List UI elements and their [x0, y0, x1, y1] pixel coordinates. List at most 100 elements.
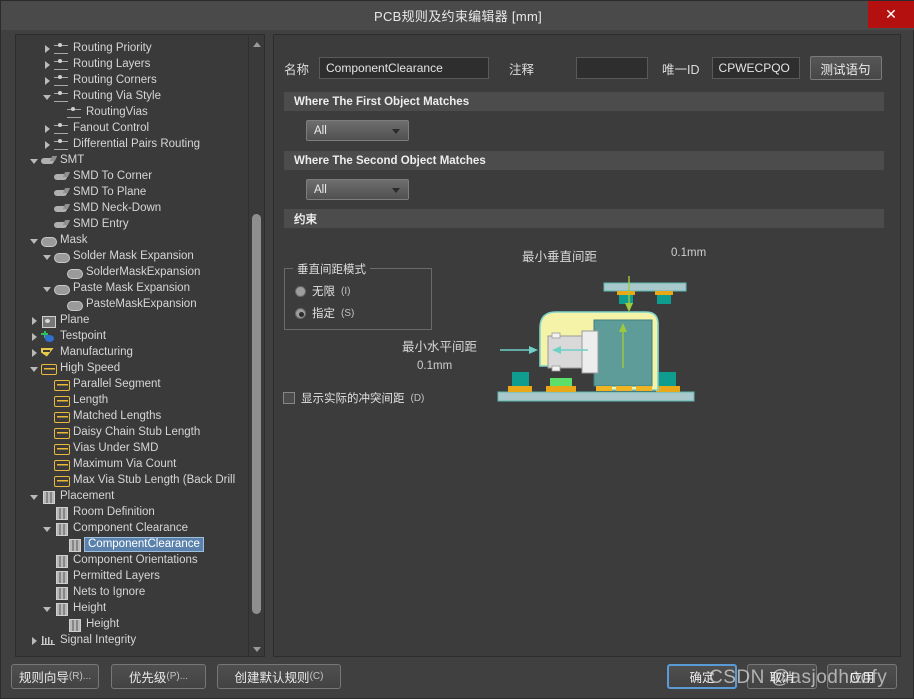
scroll-down-icon[interactable] — [249, 642, 264, 656]
mask-icon — [53, 250, 70, 263]
tree-item[interactable]: Routing Via Style — [16, 88, 249, 104]
tree-item[interactable]: Routing Layers — [16, 56, 249, 72]
tree-item-label: Height — [73, 601, 107, 614]
tree-item[interactable]: Component Orientations — [16, 552, 249, 568]
tree-item[interactable]: Signal Integrity — [16, 632, 249, 648]
tree-item[interactable]: Maximum Via Count — [16, 456, 249, 472]
expand-open-icon[interactable] — [29, 235, 40, 246]
tree-item[interactable]: Testpoint — [16, 328, 249, 344]
mask-icon — [53, 282, 70, 295]
tree-item[interactable]: Vias Under SMD — [16, 440, 249, 456]
expand-open-icon[interactable] — [42, 91, 53, 102]
rule-name-input[interactable] — [319, 57, 490, 79]
cancel-button[interactable]: 取消 — [747, 664, 817, 689]
scrollbar-thumb[interactable] — [252, 214, 261, 614]
clearance-diagram-svg — [497, 276, 695, 402]
place-icon — [40, 490, 57, 504]
tree-item[interactable]: SMD To Plane — [16, 184, 249, 200]
create-default-rules-button[interactable]: 创建默认规则 (C) — [217, 664, 341, 689]
tree-item[interactable]: Placement — [16, 488, 249, 504]
tree-item[interactable]: Room Definition — [16, 504, 249, 520]
radio-specified[interactable]: 指定 (S) — [295, 305, 354, 321]
tree-item-label: ComponentClearance — [84, 536, 204, 552]
show-actual-clearance-checkbox[interactable] — [283, 392, 295, 404]
tree-item[interactable]: SMD To Corner — [16, 168, 249, 184]
expand-closed-icon[interactable] — [29, 331, 40, 342]
si-icon — [40, 634, 57, 647]
ok-button[interactable]: 确定 — [667, 664, 737, 689]
comment-input[interactable] — [576, 57, 649, 79]
tree-item-label: Permitted Layers — [73, 569, 160, 582]
tree-item[interactable]: Solder Mask Expansion — [16, 248, 249, 264]
tree-item[interactable]: Paste Mask Expansion — [16, 280, 249, 296]
rules-tree-panel[interactable]: Routing Priority Routing Layers Routing Co… — [15, 34, 265, 657]
hs-icon — [40, 362, 57, 375]
tree-item[interactable]: ComponentClearance — [16, 536, 249, 552]
min-horizontal-clearance-label: 最小水平间距 — [402, 340, 478, 354]
expand-open-icon[interactable] — [42, 251, 53, 262]
create-default-rules-label: 创建默认规则 — [234, 671, 310, 685]
tree-item[interactable]: SMT — [16, 152, 249, 168]
expand-closed-icon[interactable] — [29, 315, 40, 326]
tree-item[interactable]: Routing Corners — [16, 72, 249, 88]
clearance-diagram — [496, 250, 696, 425]
tree-item[interactable]: Max Via Stub Length (Back Drill — [16, 472, 249, 488]
expand-open-icon[interactable] — [29, 491, 40, 502]
tree-item[interactable]: SolderMaskExpansion — [16, 264, 249, 280]
tree-item[interactable]: Plane — [16, 312, 249, 328]
first-object-scope-value: All — [314, 124, 327, 137]
tree-item[interactable]: High Speed — [16, 360, 249, 376]
unique-id-input[interactable] — [711, 57, 800, 79]
expand-closed-icon[interactable] — [42, 59, 53, 70]
tree-item[interactable]: Component Clearance — [16, 520, 249, 536]
expand-open-icon[interactable] — [42, 523, 53, 534]
tree-item[interactable]: SMD Neck-Down — [16, 200, 249, 216]
expand-closed-icon[interactable] — [42, 139, 53, 150]
rule-wizard-button[interactable]: 规则向导 (R)... — [11, 664, 99, 689]
first-object-scope-select[interactable]: All — [306, 120, 409, 141]
expand-closed-icon[interactable] — [42, 75, 53, 86]
tree-item[interactable]: Manufacturing — [16, 344, 249, 360]
tree-item[interactable]: Routing Priority — [16, 40, 249, 56]
expand-open-icon[interactable] — [29, 363, 40, 374]
expand-open-icon[interactable] — [29, 155, 40, 166]
scroll-up-icon[interactable] — [249, 36, 264, 51]
tree-item[interactable]: Daisy Chain Stub Length — [16, 424, 249, 440]
tree-item[interactable]: Height — [16, 600, 249, 616]
tree-item[interactable]: Matched Lengths — [16, 408, 249, 424]
hs-icon — [53, 410, 70, 423]
tree-item[interactable]: Parallel Segment — [16, 376, 249, 392]
tree-item[interactable]: SMD Entry — [16, 216, 249, 232]
priority-button[interactable]: 优先级 (P)... — [111, 664, 206, 689]
tree-item[interactable]: Length — [16, 392, 249, 408]
tree-item[interactable]: PasteMaskExpansion — [16, 296, 249, 312]
tree-scrollbar[interactable] — [248, 36, 264, 656]
tree-item[interactable]: Differential Pairs Routing — [16, 136, 249, 152]
close-icon[interactable]: ✕ — [868, 1, 914, 28]
tree-item[interactable]: Fanout Control — [16, 120, 249, 136]
tree-item[interactable]: Height — [16, 616, 249, 632]
manu-icon — [40, 346, 57, 359]
expand-closed-icon[interactable] — [42, 123, 53, 134]
expand-closed-icon[interactable] — [29, 635, 40, 646]
tree-item[interactable]: Mask — [16, 232, 249, 248]
second-object-scope-select[interactable]: All — [306, 179, 409, 200]
tree-item-label: Routing Layers — [73, 57, 151, 70]
test-statement-button[interactable]: 测试语句 — [809, 56, 882, 80]
rules-tree[interactable]: Routing Priority Routing Layers Routing Co… — [16, 35, 249, 656]
tree-item[interactable]: RoutingVias — [16, 104, 249, 120]
tree-item[interactable]: Nets to Ignore — [16, 584, 249, 600]
expand-open-icon[interactable] — [42, 283, 53, 294]
radio-infinite-label: 无限 — [312, 286, 335, 298]
show-actual-clearance-checkbox-row[interactable]: 显示实际的冲突间距 (D) — [283, 390, 424, 406]
radio-infinite[interactable]: 无限 (I) — [295, 283, 350, 299]
expand-closed-icon[interactable] — [42, 43, 53, 54]
tree-item[interactable]: Permitted Layers — [16, 568, 249, 584]
apply-button[interactable]: 应用 — [827, 664, 897, 689]
expand-open-icon[interactable] — [42, 603, 53, 614]
min-horizontal-clearance-value: 0.1mm — [417, 360, 453, 372]
expand-closed-icon[interactable] — [29, 347, 40, 358]
